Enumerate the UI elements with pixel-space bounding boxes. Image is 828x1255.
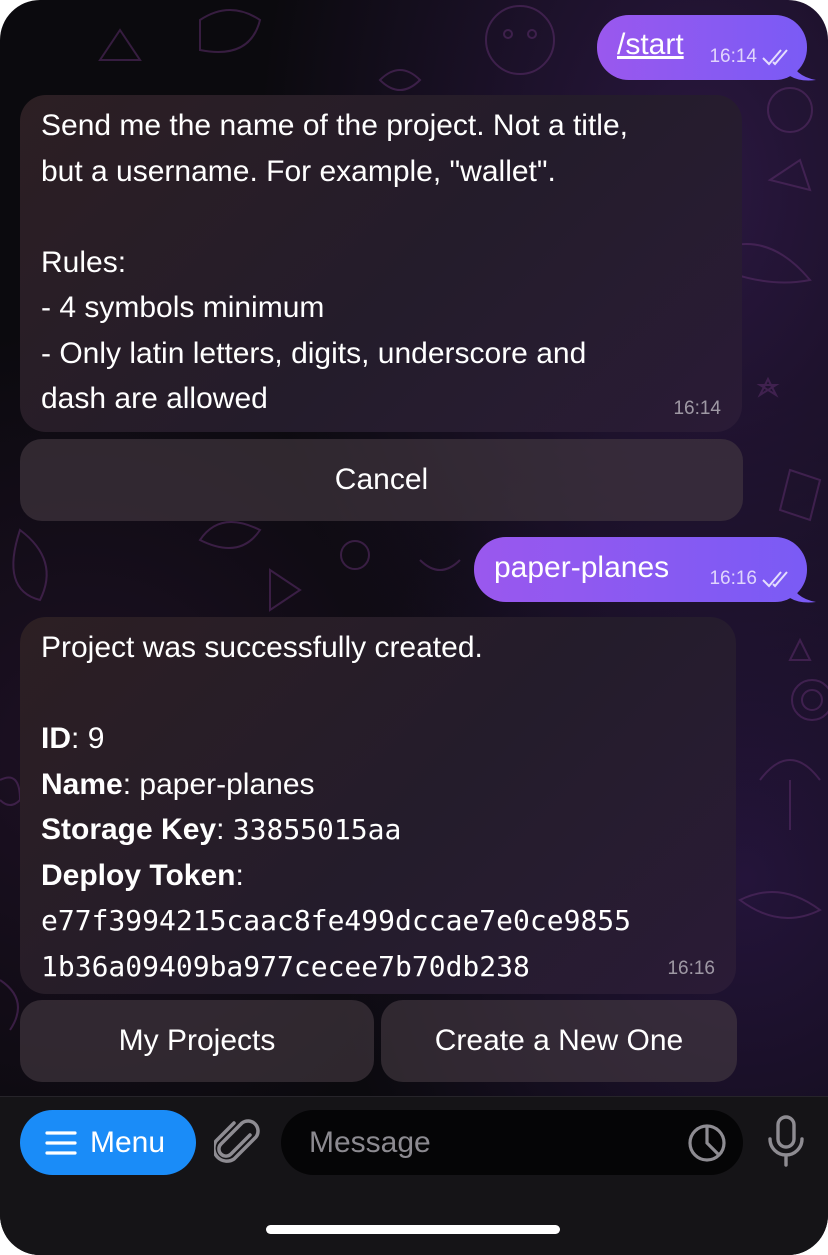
message-time: 16:16 (709, 568, 757, 589)
message-line: Send me the name of the project. Not a t… (41, 109, 628, 142)
message-line (41, 194, 722, 240)
microphone-icon[interactable] (766, 1115, 806, 1169)
deploy-token-value-line1[interactable]: e77f3994215caac8fe499dccae7e0ce9855 (41, 898, 716, 944)
message-meta: 16:14 (709, 46, 793, 68)
menu-lines-icon (45, 1131, 77, 1155)
message-line: - 4 symbols minimum (41, 291, 325, 324)
paperclip-icon[interactable] (214, 1117, 262, 1169)
message-line: dash are allowed (41, 382, 268, 415)
storage-row: Storage Key: 33855015aa (41, 807, 716, 853)
double-check-icon (762, 571, 788, 588)
home-indicator (266, 1225, 560, 1234)
sticker-icon[interactable] (687, 1123, 727, 1163)
message-body: Project was successfully created. ID: 9 … (41, 625, 716, 989)
id-value: 9 (87, 722, 105, 755)
message-time: 16:14 (709, 46, 757, 67)
double-check-icon (762, 49, 788, 66)
outgoing-message-reply: paper-planes 16:16 (474, 537, 807, 602)
outgoing-message-start: /start 16:14 (597, 15, 807, 80)
label-separator: : (235, 858, 244, 892)
deploy-token-value-line2[interactable]: 1b36a09409ba977cecee7b70db238 (41, 944, 716, 990)
menu-button[interactable]: Menu (20, 1110, 196, 1175)
cancel-button[interactable]: Cancel (20, 439, 743, 521)
name-row: Name: paper-planes (41, 762, 716, 808)
message-input[interactable] (307, 1120, 681, 1166)
name-label: Name (41, 767, 123, 801)
command-link-start[interactable]: /start (617, 28, 684, 62)
message-text: paper-planes (494, 551, 670, 584)
label-separator: : (216, 813, 225, 846)
message-time: 16:14 (673, 398, 721, 419)
my-projects-button[interactable]: My Projects (20, 1000, 374, 1082)
create-new-project-button[interactable]: Create a New One (381, 1000, 737, 1082)
message-time: 16:16 (667, 958, 715, 979)
id-label: ID (41, 722, 71, 755)
token-row: Deploy Token: (41, 853, 716, 899)
message-meta: 16:16 (709, 568, 793, 590)
message-body: Send me the name of the project. Not a t… (41, 103, 722, 422)
id-row: ID: 9 (41, 716, 716, 762)
incoming-message-prompt: Send me the name of the project. Not a t… (20, 95, 742, 432)
chat-screen: /start 16:14 Send me the name of the pro… (0, 0, 828, 1255)
input-bar: Menu (0, 1096, 828, 1255)
label-separator: : (122, 767, 132, 801)
message-field[interactable] (281, 1110, 743, 1175)
message-line: but a username. For example, "wallet". (41, 154, 556, 188)
message-line: - Only latin letters, digits, underscore… (41, 336, 587, 370)
message-line: Rules: (41, 245, 127, 279)
storage-key-value[interactable]: 33855015aa (233, 813, 402, 846)
menu-button-label: Menu (90, 1126, 166, 1159)
deploy-token-label: Deploy Token (41, 858, 236, 892)
storage-key-label: Storage Key (41, 813, 217, 846)
bubble-tail (790, 58, 816, 81)
name-value: paper-planes (139, 767, 315, 801)
result-intro: Project was successfully created. (41, 631, 483, 664)
incoming-message-result: Project was successfully created. ID: 9 … (20, 617, 736, 994)
bubble-tail (790, 580, 816, 603)
label-separator: : (71, 722, 80, 755)
